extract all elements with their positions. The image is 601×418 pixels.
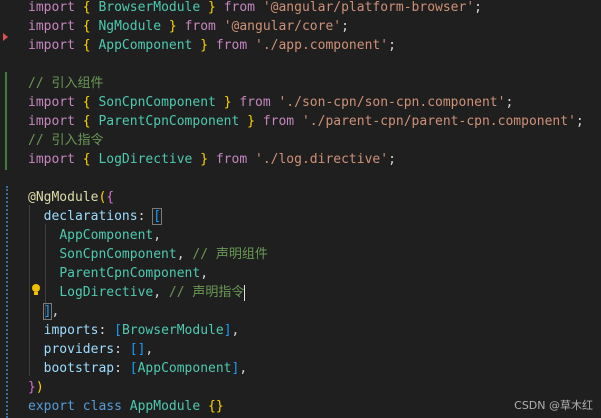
scope-indicator bbox=[6, 186, 8, 418]
code-line-9: import { LogDirective } from './log.dire… bbox=[28, 152, 396, 167]
code-line-17: ], bbox=[42, 303, 60, 320]
code-content: import { BrowserModule } from '@angular/… bbox=[28, 0, 601, 416]
code-line-5: // 引入组件 bbox=[28, 76, 104, 91]
code-line-1: import { BrowserModule } from '@angular/… bbox=[28, 0, 482, 15]
code-editor[interactable]: import { BrowserModule } from '@angular/… bbox=[0, 0, 601, 418]
code-line-14: SonCpnComponent, // 声明组件 bbox=[59, 247, 268, 262]
code-line-20: bootstrap: [AppComponent], bbox=[43, 361, 248, 376]
modified-lines-bar bbox=[5, 72, 7, 170]
breakpoint-arrow-icon[interactable] bbox=[3, 33, 8, 41]
code-line-3: import { AppComponent } from './app.comp… bbox=[28, 38, 396, 53]
code-line-12: declarations: [ bbox=[43, 208, 163, 225]
code-line-18: imports: [BrowserModule], bbox=[43, 323, 240, 338]
code-line-11: @NgModule({ bbox=[28, 190, 115, 205]
code-line-16: LogDirective, // 声明指令 bbox=[59, 284, 246, 301]
watermark: CSDN @草木红 bbox=[514, 399, 593, 412]
code-line-21: }) bbox=[28, 380, 44, 395]
code-line-13: AppComponent, bbox=[59, 228, 162, 243]
code-line-19: providers: [], bbox=[43, 342, 154, 357]
text-cursor bbox=[244, 284, 246, 301]
code-line-8: // 引入指令 bbox=[28, 133, 104, 148]
code-line-15: ParentCpnComponent, bbox=[59, 266, 209, 281]
editor-gutter bbox=[0, 0, 22, 418]
code-line-2: import { NgModule } from '@angular/core'… bbox=[28, 19, 349, 34]
code-line-7: import { ParentCpnComponent } from './pa… bbox=[28, 114, 584, 129]
code-line-6: import { SonCpnComponent } from './son-c… bbox=[28, 95, 514, 110]
